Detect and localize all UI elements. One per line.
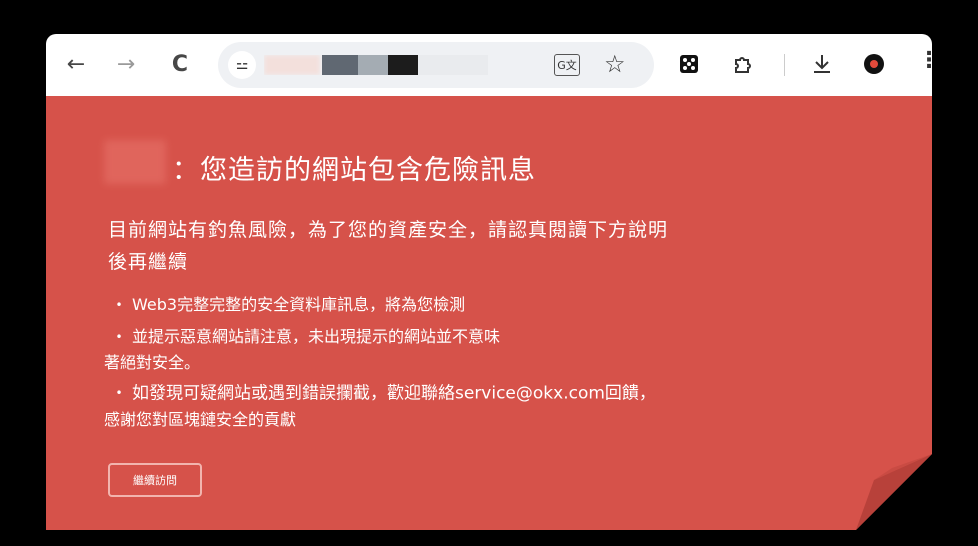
bullet-dot-icon: •: [115, 298, 123, 312]
download-icon[interactable]: [810, 52, 834, 76]
bullet-dot-icon: •: [115, 330, 123, 344]
list-item: • Web3完整完整的安全資料庫訊息，將為您檢測: [106, 292, 806, 318]
back-arrow-icon: ←: [66, 51, 86, 77]
list-item: • 並提示惡意網站請注意，未出現提示的網站並不意味: [106, 324, 806, 350]
tune-icon: ⚍: [235, 57, 249, 73]
reload-icon: C: [171, 51, 189, 77]
bookmark-star-icon[interactable]: ☆: [604, 50, 626, 78]
list-item-continuation: 感謝您對區塊鏈安全的貢獻: [104, 409, 297, 429]
browser-toolbar: ← → C ⚍ G文 ☆ ⋮: [46, 34, 932, 96]
blurred-url-segment: [418, 55, 488, 75]
address-bar[interactable]: ⚍ G文 ☆: [218, 42, 654, 88]
list-item: • 如發現可疑網站或遇到錯誤攔截，歡迎聯絡service@okx.com回饋，: [106, 381, 806, 407]
blurred-url-segment: [322, 55, 358, 75]
forward-arrow-icon: →: [116, 51, 136, 77]
back-button[interactable]: ←: [60, 48, 92, 80]
translate-icon[interactable]: G文: [554, 54, 580, 76]
intro-line: 後再繼續: [108, 251, 189, 273]
intro-line: 目前網站有釣魚風險，為了您的資產安全，請認真閱讀下方說明: [108, 219, 669, 241]
blurred-url-segment: [264, 55, 320, 75]
warning-bullets: • Web3完整完整的安全資料庫訊息，將為您檢測 • 並提示惡意網站請注意，未出現提…: [104, 292, 806, 432]
continue-visit-button[interactable]: 繼續訪問: [108, 463, 202, 497]
profile-icon[interactable]: [864, 54, 884, 74]
browser-window: ← → C ⚍ G文 ☆ ⋮ ：您造訪的網站包含危險訊息 目前網站有釣魚風險，為…: [46, 34, 932, 530]
list-item-continuation: 著絕對安全。: [104, 353, 201, 372]
warning-page: ：您造訪的網站包含危險訊息 目前網站有釣魚風險，為了您的資產安全，請認真閱讀下方…: [46, 96, 932, 530]
toolbar-divider: [784, 54, 785, 76]
warning-intro: 目前網站有釣魚風險，為了您的資產安全，請認真閱讀下方說明 後再繼續: [108, 214, 738, 278]
blurred-url-segment: [358, 55, 388, 75]
blurred-url-segment: [388, 55, 418, 75]
site-info-button[interactable]: ⚍: [228, 51, 256, 79]
puzzle-icon[interactable]: [732, 52, 756, 76]
reload-button[interactable]: C: [164, 48, 196, 80]
bullet-dot-icon: •: [115, 386, 123, 400]
url-text[interactable]: [264, 55, 504, 75]
page-title: ：您造訪的網站包含危險訊息: [172, 155, 536, 186]
dice-icon[interactable]: [680, 55, 698, 73]
menu-icon[interactable]: ⋮: [918, 48, 932, 73]
blurred-warning-icon: [104, 140, 166, 184]
forward-button[interactable]: →: [110, 48, 142, 80]
